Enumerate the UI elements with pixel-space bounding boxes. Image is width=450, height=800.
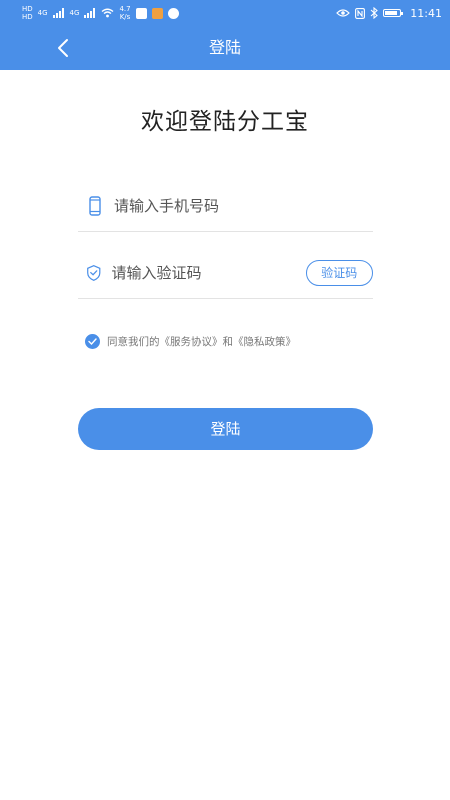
code-field-row: 验证码	[78, 248, 373, 299]
clock: 11:41	[410, 6, 442, 20]
app-notification-icon	[135, 7, 147, 19]
app-notification-icon-2	[151, 7, 163, 19]
agreement-row: 同意我们的 《服务协议》 和 《隐私政策》	[85, 334, 296, 349]
nfc-icon	[355, 7, 366, 19]
net-speed-value: 4.7	[119, 5, 131, 13]
bluetooth-icon	[370, 7, 379, 19]
phone-input[interactable]	[114, 197, 373, 215]
code-input[interactable]	[111, 264, 306, 282]
agree-checkbox[interactable]	[85, 334, 100, 349]
agreement-and: 和	[222, 336, 234, 348]
privacy-policy-link[interactable]: 《隐私政策》	[233, 334, 296, 349]
agreement-prefix: 同意我们的	[107, 336, 160, 348]
network-type-2: 4G	[69, 9, 80, 17]
battery-icon	[383, 9, 404, 17]
app-notification-icon-3	[167, 7, 179, 19]
eye-icon	[336, 9, 351, 17]
signal-icon	[52, 8, 64, 18]
login-button[interactable]: 登陆	[78, 408, 373, 450]
battery-fill	[385, 11, 398, 15]
network-type-1: 4G	[37, 9, 48, 17]
nav-bar: 登陆	[0, 26, 450, 70]
sim1-label: HD	[22, 5, 33, 13]
wifi-icon	[101, 8, 114, 18]
service-agreement-link[interactable]: 《服务协议》	[160, 334, 223, 349]
status-bar-right: 11:41	[336, 7, 442, 20]
phone-icon	[89, 196, 101, 216]
net-speed: 4.7 K/s	[119, 5, 130, 21]
welcome-heading: 欢迎登陆分工宝	[141, 109, 309, 135]
sim2-label: HD	[22, 13, 33, 21]
check-icon	[88, 338, 97, 345]
page-title: 登陆	[208, 38, 241, 57]
net-speed-unit: K/s	[119, 13, 131, 21]
status-bar-left: HD HD 4G 4G 4.7 K/s	[22, 5, 179, 21]
sim-indicators: HD HD	[22, 5, 33, 21]
phone-field-row	[78, 181, 373, 232]
shield-icon	[87, 265, 101, 281]
get-code-button[interactable]: 验证码	[305, 260, 373, 286]
signal-icon-2	[84, 8, 96, 18]
status-bar: HD HD 4G 4G 4.7 K/s 11:41	[0, 0, 450, 26]
